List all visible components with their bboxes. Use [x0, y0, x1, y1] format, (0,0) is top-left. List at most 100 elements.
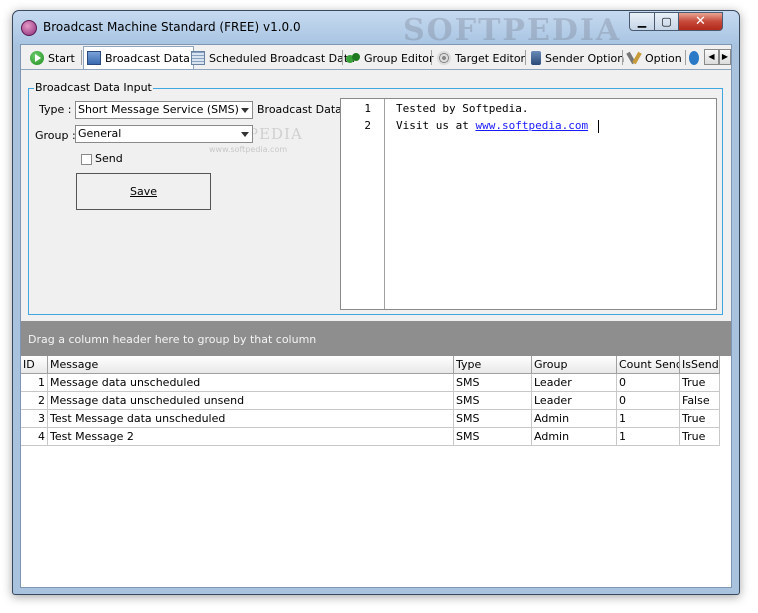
type-select[interactable]: Short Message Service (SMS): [75, 101, 253, 119]
group-select[interactable]: General: [75, 125, 253, 143]
cell-message: Message data unscheduled unsend: [48, 392, 454, 410]
cell-type: SMS: [454, 392, 532, 410]
chevron-down-icon: [241, 132, 249, 137]
group-select-value: General: [78, 127, 122, 140]
cell-type: SMS: [454, 428, 532, 446]
cell-count-send: 1: [617, 410, 680, 428]
softpedia-watermark: SOFTPEDIA: [403, 13, 622, 48]
softpedia-watermark-url: www.softpedia.com: [209, 145, 288, 154]
tab-target-editor[interactable]: Target Editor: [437, 48, 525, 68]
tab-separator: [525, 50, 526, 65]
cell-id: 2: [21, 392, 48, 410]
type-select-value: Short Message Service (SMS): [78, 103, 239, 116]
cell-count-send: 1: [617, 428, 680, 446]
group-by-hint: Drag a column header here to group by th…: [28, 333, 317, 346]
send-checkbox[interactable]: [81, 154, 92, 165]
tab-scheduled-broadcast-data[interactable]: Scheduled Broadcast Data: [191, 48, 355, 68]
app-logo-icon: [21, 20, 37, 36]
group-icon: [346, 51, 360, 65]
tab-start[interactable]: Start: [30, 48, 75, 68]
send-checkbox-label[interactable]: Send: [95, 152, 123, 165]
column-header-count-send[interactable]: Count Send: [617, 356, 680, 374]
cell-issend: True: [680, 374, 720, 392]
cell-group: Leader: [532, 374, 617, 392]
column-header-group[interactable]: Group: [532, 356, 617, 374]
group-by-area[interactable]: Drag a column header here to group by th…: [21, 321, 731, 356]
cell-type: SMS: [454, 374, 532, 392]
tab-label: Group Editor: [364, 51, 434, 65]
more-tab-icon: [689, 51, 699, 65]
minimize-button[interactable]: ▁: [629, 12, 655, 31]
cell-id: 3: [21, 410, 48, 428]
tab-separator: [81, 50, 82, 65]
text-caret: [598, 119, 600, 133]
chevron-right-icon: ▶: [721, 52, 729, 61]
tab-more[interactable]: [689, 48, 703, 68]
maximize-icon: ▢: [661, 15, 672, 28]
line-number: 1: [364, 102, 371, 115]
tab-sender-option[interactable]: Sender Option: [531, 48, 624, 68]
type-label: Type :: [39, 103, 72, 116]
cell-group: Admin: [532, 410, 617, 428]
data-grid: ID Message Type Group Count Send IsSend …: [21, 356, 731, 587]
cell-id: 4: [21, 428, 48, 446]
tab-separator: [342, 50, 343, 65]
target-icon: [437, 51, 451, 65]
tab-label: Scheduled Broadcast Data: [209, 51, 355, 65]
tab-label: Target Editor: [455, 51, 526, 65]
cell-count-send: 0: [617, 392, 680, 410]
cell-id: 1: [21, 374, 48, 392]
column-header-message[interactable]: Message: [48, 356, 454, 374]
cell-type: SMS: [454, 410, 532, 428]
cell-count-send: 0: [617, 374, 680, 392]
cell-issend: False: [680, 392, 720, 410]
column-header-type[interactable]: Type: [454, 356, 532, 374]
title-bar[interactable]: Broadcast Machine Standard (FREE) v1.0.0…: [13, 11, 739, 48]
start-icon: [30, 51, 44, 65]
cell-message: Test Message 2: [48, 428, 454, 446]
client-area: Start Broadcast Data Scheduled Broadcast…: [20, 44, 732, 588]
maximize-button[interactable]: ▢: [654, 12, 679, 31]
tab-option[interactable]: Option: [627, 48, 682, 68]
close-icon: ✕: [695, 14, 706, 29]
tab-label: Broadcast Data: [105, 51, 190, 65]
tab-scroll-left-button[interactable]: ◀: [704, 49, 719, 65]
editor-text: Visit us at: [396, 119, 476, 132]
tab-label: Sender Option: [545, 51, 625, 65]
group-label: Group :: [35, 129, 76, 142]
tab-group-editor[interactable]: Group Editor: [346, 48, 434, 68]
broadcast-data-editor[interactable]: 1 2 Tested by Softpedia. Visit us at www…: [340, 98, 717, 310]
tab-separator: [685, 50, 686, 65]
option-icon: [627, 51, 641, 65]
tab-strip: Start Broadcast Data Scheduled Broadcast…: [21, 45, 731, 70]
tab-scroll-right-button[interactable]: ▶: [719, 49, 731, 65]
cell-issend: True: [680, 428, 720, 446]
line-number: 2: [364, 119, 371, 132]
grid-icon: [191, 51, 205, 65]
cell-group: Leader: [532, 392, 617, 410]
broadcast-data-label: Broadcast Data :: [257, 103, 350, 116]
groupbox-title: Broadcast Data Input: [34, 81, 153, 94]
cell-message: Message data unscheduled: [48, 374, 454, 392]
tab-broadcast-data[interactable]: Broadcast Data: [83, 46, 194, 69]
save-button[interactable]: Save: [76, 173, 211, 210]
broadcast-data-panel: Broadcast Data Input SOFTPEDIA www.softp…: [21, 70, 731, 587]
window-title: Broadcast Machine Standard (FREE) v1.0.0: [43, 20, 301, 34]
editor-line: Visit us at www.softpedia.com: [396, 119, 600, 133]
app-window: Broadcast Machine Standard (FREE) v1.0.0…: [12, 10, 740, 595]
tab-separator: [622, 50, 623, 65]
chevron-left-icon: ◀: [708, 52, 715, 61]
sender-icon: [531, 51, 541, 65]
close-button[interactable]: ✕: [678, 12, 723, 31]
tab-label: Option: [645, 51, 682, 65]
column-header-id[interactable]: ID: [21, 356, 48, 374]
save-button-label: Save: [129, 185, 157, 198]
chevron-down-icon: [241, 108, 249, 113]
cell-group: Admin: [532, 428, 617, 446]
softpedia-link[interactable]: www.softpedia.com: [475, 119, 588, 132]
tab-separator: [431, 50, 432, 65]
broadcast-data-icon: [87, 51, 101, 65]
cell-issend: True: [680, 410, 720, 428]
column-header-issend[interactable]: IsSend: [680, 356, 720, 374]
minimize-icon: ▁: [637, 15, 647, 28]
